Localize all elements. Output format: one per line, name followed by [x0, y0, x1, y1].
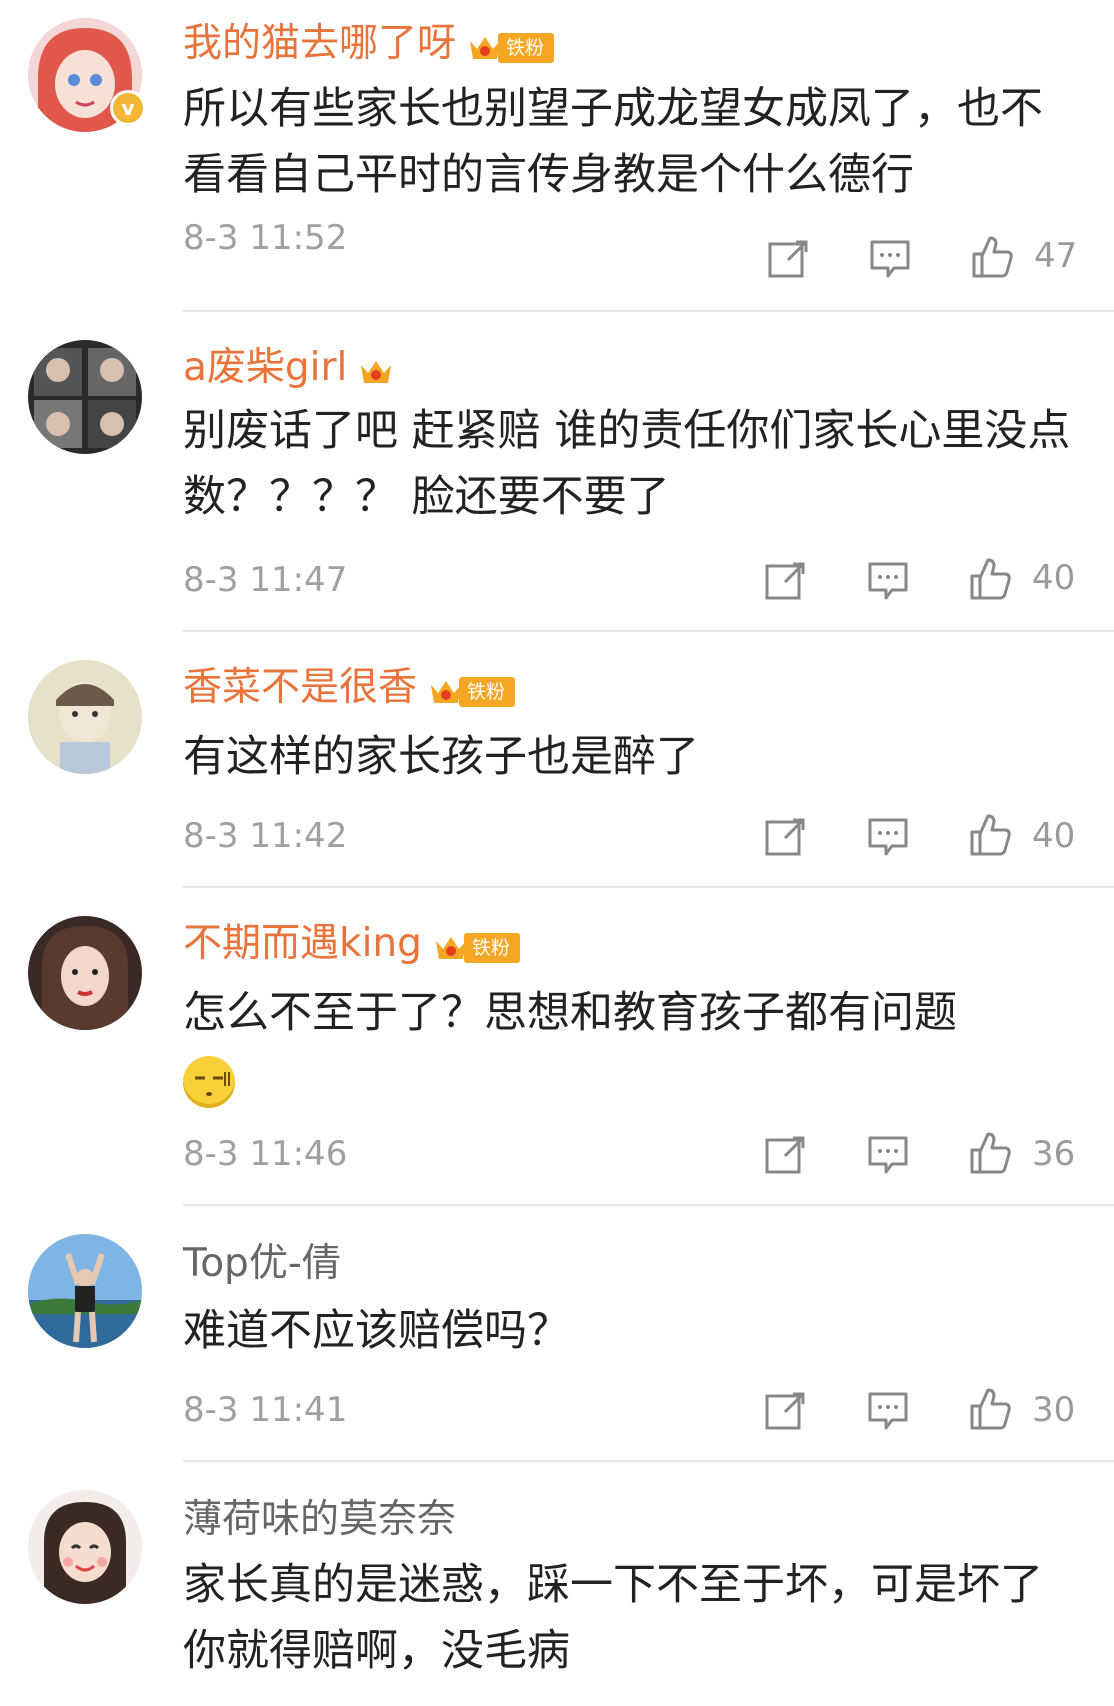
comment-text: 难道不应该赔偿吗？ — [183, 1306, 570, 1356]
like-count: 36 — [1032, 1134, 1076, 1174]
reply-icon[interactable] — [866, 1132, 910, 1176]
username[interactable]: 我的猫去哪了呀 铁粉 — [183, 20, 555, 68]
username-text[interactable]: 不期而遇king — [183, 921, 422, 966]
username-text[interactable]: 我的猫去哪了呀 — [183, 21, 456, 66]
member-crown[interactable] — [357, 347, 395, 385]
avatar[interactable] — [28, 1234, 142, 1348]
comment-text: 有这样的家长孩子也是醉了 — [183, 732, 699, 782]
emoji-face-icon — [183, 1055, 235, 1108]
repost-icon[interactable] — [763, 1132, 807, 1176]
avatar[interactable] — [28, 340, 142, 454]
divider — [183, 886, 1114, 888]
username-text[interactable]: Top优-倩 — [183, 1241, 341, 1286]
fan-badge-label: 铁粉 — [463, 933, 520, 963]
fan-badge[interactable]: 铁粉 — [466, 23, 555, 63]
timestamp: 8-3 11:41 — [183, 1390, 348, 1430]
repost-icon[interactable] — [763, 558, 807, 602]
repost-icon[interactable] — [763, 814, 807, 858]
avatar[interactable] — [28, 916, 142, 1030]
username[interactable]: Top优-倩 — [183, 1240, 341, 1288]
repost-icon[interactable] — [763, 1388, 807, 1432]
fan-badge[interactable]: 铁粉 — [432, 923, 520, 963]
thumbs-up-icon[interactable] — [968, 1386, 1012, 1430]
reply-icon[interactable] — [868, 236, 912, 280]
timestamp: 8-3 11:52 — [183, 218, 348, 258]
fan-badge[interactable]: 铁粉 — [427, 667, 516, 707]
crown-icon — [361, 361, 392, 383]
comment-text-body: 怎么不至于了？思想和教育孩子都有问题 — [183, 988, 957, 1038]
reply-icon[interactable] — [866, 1388, 910, 1432]
divider — [183, 310, 1114, 312]
username-text[interactable]: 薄荷味的莫奈奈 — [183, 1497, 456, 1542]
like-count: 40 — [1032, 558, 1076, 598]
timestamp: 8-3 11:42 — [183, 816, 348, 856]
username[interactable]: a废柴girl — [183, 344, 395, 392]
comment-text: 别废话了吧 赶紧赔 谁的责任你们家长心里没点数？？？？ 脸还要不要了 — [183, 406, 1071, 522]
fan-badge-label: 铁粉 — [498, 33, 555, 63]
like-count: 40 — [1032, 816, 1076, 856]
thumbs-up-icon[interactable] — [968, 556, 1012, 600]
thumbs-up-icon[interactable] — [968, 812, 1012, 856]
thumbs-up-icon[interactable] — [968, 1130, 1012, 1174]
like-count: 47 — [1034, 236, 1078, 276]
username[interactable]: 薄荷味的莫奈奈 — [183, 1496, 456, 1544]
reply-icon[interactable] — [866, 814, 910, 858]
comment-text: 家长真的是迷惑，踩一下不至于坏，可是坏了你就得赔啊，没毛病 — [183, 1560, 1043, 1676]
username-text[interactable]: 香菜不是很香 — [183, 665, 417, 710]
repost-icon[interactable] — [766, 236, 810, 280]
divider — [183, 630, 1114, 632]
timestamp: 8-3 11:46 — [183, 1134, 348, 1174]
fan-badge-label: 铁粉 — [459, 677, 516, 707]
verified-badge-icon: v — [110, 90, 146, 126]
comment-text: 所以有些家长也别望子成龙望女成凤了，也不看看自己平时的言传身教是个什么德行 — [183, 84, 1043, 200]
username-text[interactable]: a废柴girl — [183, 345, 347, 390]
reply-icon[interactable] — [866, 558, 910, 602]
timestamp: 8-3 11:47 — [183, 560, 348, 600]
avatar[interactable] — [28, 1490, 142, 1604]
username[interactable]: 香菜不是很香 铁粉 — [183, 664, 516, 712]
username[interactable]: 不期而遇king 铁粉 — [183, 920, 520, 968]
divider — [183, 1204, 1114, 1206]
like-count: 30 — [1032, 1390, 1076, 1430]
avatar[interactable] — [28, 660, 142, 774]
thumbs-up-icon[interactable] — [970, 234, 1014, 278]
divider — [183, 1460, 1114, 1462]
comment-text: 怎么不至于了？思想和教育孩子都有问题 — [183, 980, 1074, 1112]
